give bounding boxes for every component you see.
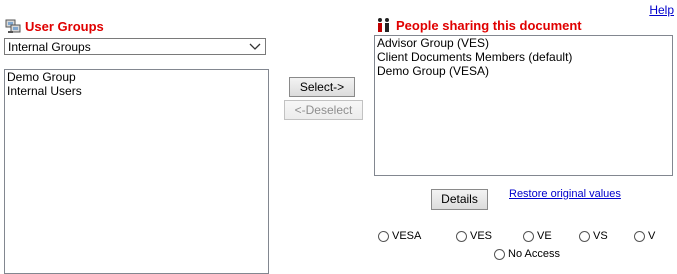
list-item[interactable]: Client Documents Members (default) xyxy=(377,50,670,64)
user-groups-title: User Groups xyxy=(25,19,104,34)
sharing-header: People sharing this document xyxy=(376,17,582,33)
user-groups-icon xyxy=(5,19,21,33)
deselect-button[interactable]: <-Deselect xyxy=(284,100,363,120)
radio-vesa[interactable]: VESA xyxy=(378,230,421,242)
radio-label: VESA xyxy=(392,230,422,242)
radio-ve[interactable]: VE xyxy=(523,230,552,242)
radio-circle[interactable] xyxy=(378,230,389,242)
list-item[interactable]: Advisor Group (VES) xyxy=(377,36,670,50)
radio-ves[interactable]: VES xyxy=(456,230,492,242)
sharing-list[interactable]: Advisor Group (VES) Client Documents Mem… xyxy=(374,35,673,176)
radio-label: VS xyxy=(593,230,608,242)
radio-v[interactable]: V xyxy=(634,230,655,242)
radio-vs[interactable]: VS xyxy=(579,230,608,242)
select-button[interactable]: Select-> xyxy=(289,77,355,97)
user-groups-header: User Groups xyxy=(5,19,104,34)
radio-circle[interactable] xyxy=(579,230,590,242)
available-groups-list[interactable]: Demo Group Internal Users xyxy=(4,69,269,274)
radio-no-access[interactable]: No Access xyxy=(494,248,560,260)
radio-circle[interactable] xyxy=(494,248,505,260)
sharing-title: People sharing this document xyxy=(396,17,582,33)
radio-label: V xyxy=(648,230,656,242)
people-icon xyxy=(378,18,389,32)
help-link[interactable]: Help xyxy=(649,3,674,17)
radio-label: No Access xyxy=(508,248,560,260)
radio-circle[interactable] xyxy=(523,230,534,242)
radio-label: VES xyxy=(470,230,493,242)
list-item[interactable]: Demo Group (VESA) xyxy=(377,64,670,78)
chevron-down-icon xyxy=(249,40,261,55)
list-item[interactable]: Internal Users xyxy=(7,84,266,98)
group-filter-select[interactable]: Internal Groups xyxy=(4,38,266,55)
list-item[interactable]: Demo Group xyxy=(7,70,266,84)
details-button[interactable]: Details xyxy=(431,189,488,210)
group-filter-value: Internal Groups xyxy=(8,39,91,54)
restore-original-link[interactable]: Restore original values xyxy=(509,188,621,200)
radio-label: VE xyxy=(537,230,552,242)
radio-circle[interactable] xyxy=(634,230,645,242)
radio-circle[interactable] xyxy=(456,230,467,242)
